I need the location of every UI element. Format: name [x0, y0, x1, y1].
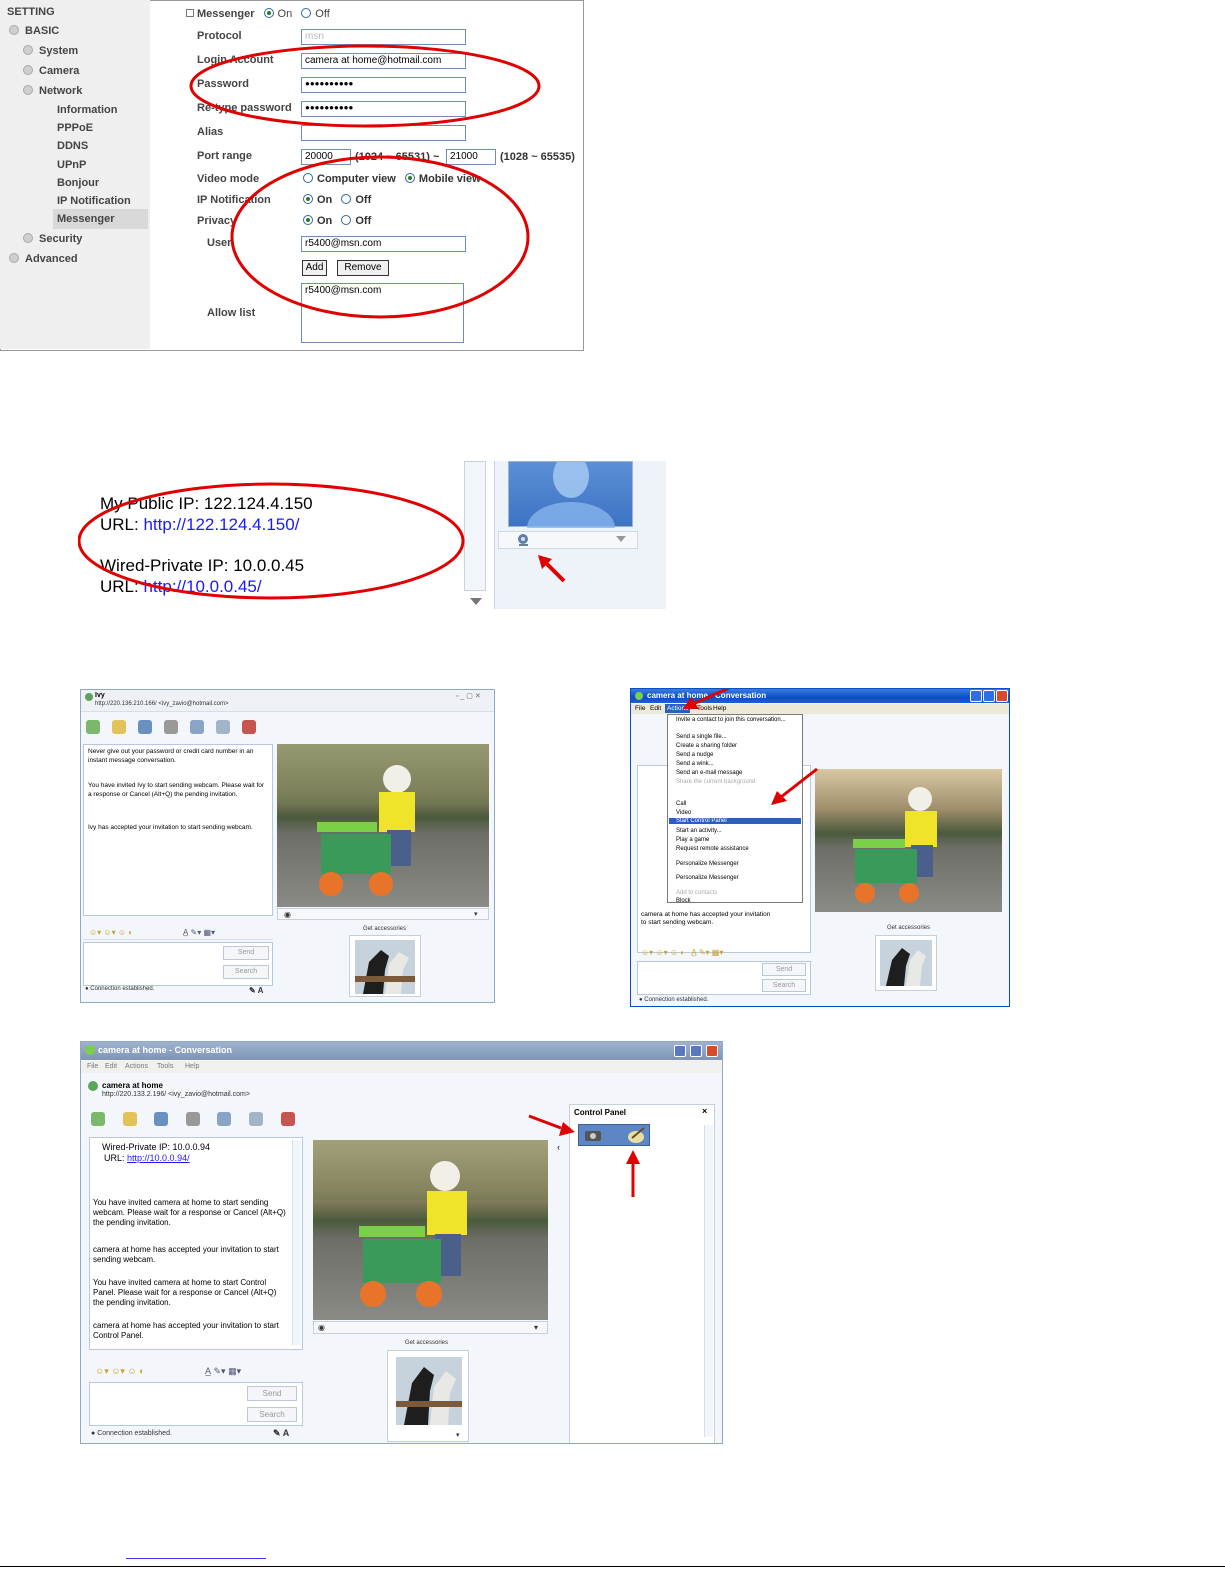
contact-address: http://220.136.210.166/ <ivy_zavio@hotma… [95, 701, 229, 707]
send-button[interactable]: Send [223, 946, 269, 960]
font-icon[interactable]: A̲ ✎▾ ▦▾ [183, 928, 215, 937]
conversation-window-ivy: Ivy http://220.136.210.166/ <ivy_zavio@h… [80, 689, 495, 1003]
arrow-icon [559, 1122, 575, 1136]
status-text: ● Connection established. [85, 986, 155, 992]
annotation-arrow-control-panel [780, 767, 818, 799]
display-picture-frame [349, 935, 421, 997]
webcam-icon[interactable]: ◉ [284, 910, 291, 919]
footer-rule [0, 1566, 1225, 1567]
activities-icon[interactable] [190, 720, 204, 734]
webcam-video [277, 744, 489, 907]
annotations [683, 689, 818, 805]
conversation-window-control-panel: camera at home - Conversation File Edit … [80, 1041, 723, 1444]
chevron-down-icon[interactable]: ▾ [474, 910, 478, 918]
annotations [528, 1114, 640, 1197]
share-files-icon[interactable] [112, 720, 126, 734]
buddy-icon [85, 693, 93, 701]
font-a-icon[interactable]: ✎ A [249, 986, 263, 995]
toolbar [86, 720, 266, 736]
window-controls[interactable]: ▫ _ ▢ ✕ [456, 692, 481, 700]
invite-icon[interactable] [86, 720, 100, 734]
messenger-settings-panel: SETTING BASIC System Camera Network Info… [0, 0, 584, 351]
format-toolbar: ☺▾ ☺▾ ☺ ◐ A̲ ✎▾ ▦▾ [83, 926, 273, 940]
horse-picture [355, 940, 415, 994]
annotation-circle-options [230, 155, 530, 319]
annotation-arrow-actions [692, 689, 731, 706]
annotation-circle-ip [78, 482, 465, 600]
annotation-circle-login [189, 44, 541, 128]
message-3: Ivy has accepted your invitation to star… [88, 824, 253, 831]
message-history: Never give out your password or credit c… [83, 744, 273, 916]
message-1: Never give out your password or credit c… [88, 748, 254, 764]
video-call-icon[interactable] [138, 720, 152, 734]
ip-info-panel: My Public IP: 122.124.4.150 URL: http://… [78, 461, 666, 609]
conversation-window-actions: camera at home - Conversation File Edit … [630, 688, 1010, 1007]
annotations [78, 482, 566, 600]
webcam-icon: ● [85, 986, 89, 992]
get-accessories[interactable]: Get accessories [363, 926, 406, 932]
emoticon-icon[interactable]: ☺▾ ☺▾ ☺ ◐ [89, 928, 133, 937]
arrow-icon [626, 1150, 640, 1164]
video-toolbar: ◉ ▾ [277, 908, 489, 920]
contact-name: Ivy [95, 692, 105, 699]
footer-link-underline [126, 1558, 266, 1559]
annotation-circles [189, 44, 541, 319]
webcam-photo [277, 744, 489, 896]
block-icon[interactable] [242, 720, 256, 734]
games-icon[interactable] [216, 720, 230, 734]
call-icon[interactable] [164, 720, 178, 734]
search-button[interactable]: Search [223, 965, 269, 979]
annotation-arrow-camera [528, 1114, 562, 1130]
message-2: You have invited Ivy to start sending we… [88, 782, 265, 798]
